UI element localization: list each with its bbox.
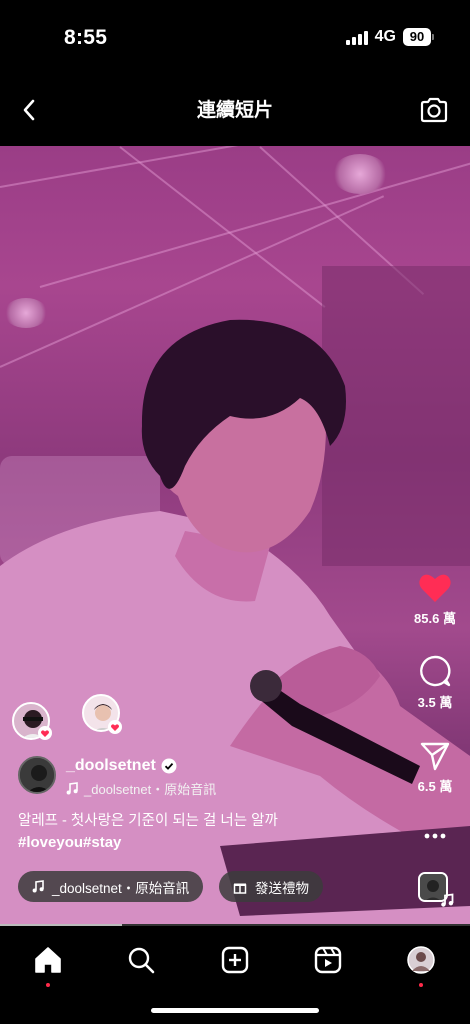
caption-hashtags[interactable]: #loveyou#stay bbox=[18, 832, 398, 854]
comment-count: 3.5 萬 bbox=[417, 695, 453, 710]
audio-chip-label: _doolsetnet・原始音訊 bbox=[52, 880, 190, 896]
camera-button[interactable] bbox=[416, 90, 452, 130]
tab-profile[interactable] bbox=[401, 940, 441, 987]
status-indicators: 4G 90 bbox=[345, 28, 434, 46]
plus-square-icon bbox=[221, 946, 249, 974]
verified-badge-icon bbox=[161, 758, 177, 774]
gift-chip-label: 發送禮物 bbox=[255, 880, 309, 896]
reels-icon bbox=[314, 946, 342, 974]
battery-level: 90 bbox=[403, 28, 431, 46]
battery-icon: 90 bbox=[403, 28, 434, 46]
page-title: 連續短片 bbox=[196, 100, 273, 121]
more-dots-icon[interactable] bbox=[424, 833, 446, 839]
share-action[interactable]: 6.5 萬 bbox=[412, 740, 458, 795]
status-bar: 8:55 4G 90 bbox=[0, 0, 470, 78]
more-button[interactable] bbox=[412, 826, 458, 846]
reel-video[interactable] bbox=[0, 146, 470, 924]
heart-icon[interactable] bbox=[418, 572, 452, 604]
tab-home[interactable] bbox=[28, 940, 68, 987]
like-action[interactable]: 85.6 萬 bbox=[412, 572, 458, 627]
music-note-icon bbox=[66, 782, 78, 795]
gift-chip[interactable]: 發送禮物 bbox=[219, 871, 323, 902]
profile-notification-dot bbox=[419, 983, 423, 987]
author-avatar[interactable] bbox=[18, 756, 56, 794]
profile-avatar-icon bbox=[407, 946, 435, 974]
top-header: 連續短片 bbox=[0, 78, 470, 146]
home-icon bbox=[35, 947, 61, 973]
comment-action[interactable]: 3.5 萬 bbox=[412, 654, 458, 711]
heart-badge-icon bbox=[108, 720, 122, 734]
network-type: 4G bbox=[374, 28, 396, 45]
author-audio-label: _doolsetnet・原始音訊 bbox=[84, 782, 217, 797]
heart-badge-icon bbox=[38, 726, 52, 740]
status-time: 8:55 bbox=[64, 26, 108, 49]
tab-create[interactable] bbox=[215, 940, 255, 980]
home-notification-dot bbox=[46, 983, 50, 987]
paper-plane-icon[interactable] bbox=[419, 740, 451, 772]
camera-icon bbox=[420, 97, 448, 123]
audio-chip[interactable]: _doolsetnet・原始音訊 bbox=[18, 871, 204, 902]
comment-icon[interactable] bbox=[418, 654, 452, 688]
author-name-row: _doolsetnet bbox=[66, 756, 216, 776]
music-note-icon bbox=[441, 893, 454, 907]
caption[interactable]: 알레프 - 첫사랑은 기준이 되는 걸 너는 알까 #loveyou#stay bbox=[18, 810, 398, 854]
music-note-icon bbox=[32, 880, 44, 893]
author-row: _doolsetnet _doolsetnet・原始音訊 bbox=[18, 756, 216, 798]
gift-icon bbox=[233, 883, 247, 894]
author-audio[interactable]: _doolsetnet・原始音訊 bbox=[66, 779, 216, 798]
tab-reels[interactable] bbox=[308, 940, 348, 980]
search-icon bbox=[128, 947, 155, 974]
tab-search[interactable] bbox=[121, 940, 161, 980]
signal-icon bbox=[345, 29, 368, 45]
share-count: 6.5 萬 bbox=[417, 779, 453, 794]
like-count: 85.6 萬 bbox=[414, 611, 456, 626]
home-indicator bbox=[151, 1008, 319, 1013]
caption-text: 알레프 - 첫사랑은 기준이 되는 걸 너는 알까 bbox=[18, 813, 278, 829]
author-username[interactable]: _doolsetnet bbox=[66, 756, 156, 776]
